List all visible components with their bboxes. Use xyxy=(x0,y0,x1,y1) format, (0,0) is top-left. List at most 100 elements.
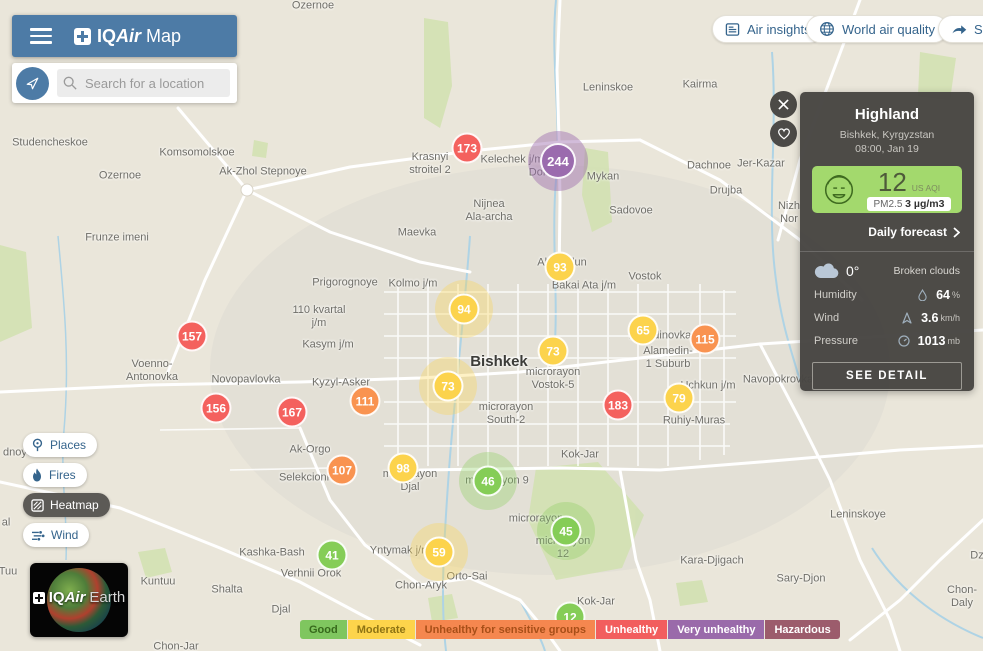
legend-item: Very unhealthy xyxy=(668,620,764,639)
flame-icon xyxy=(31,468,43,482)
earth-brand-suffix: Earth xyxy=(89,589,125,606)
layer-heatmap-label: Heatmap xyxy=(50,498,99,512)
earth-brand-accent: Air xyxy=(65,589,86,606)
aqi-marker[interactable]: 79 xyxy=(664,383,695,414)
wind-icon xyxy=(31,529,45,541)
layer-toggle-wind[interactable]: Wind xyxy=(23,523,89,547)
station-location: Bishkek, Kyrgyzstan xyxy=(800,128,974,142)
world-air-quality-button[interactable]: World air quality xyxy=(806,15,948,43)
favorite-button[interactable] xyxy=(770,120,797,147)
see-detail-button[interactable]: SEE DETAIL xyxy=(812,362,962,390)
aqi-unit: US AQI xyxy=(912,183,940,193)
brand-prefix: IQ xyxy=(97,26,116,47)
aqi-marker[interactable]: 98 xyxy=(388,453,419,484)
aqi-marker[interactable]: 156 xyxy=(201,393,232,424)
menu-icon[interactable] xyxy=(30,24,52,48)
wind-direction-icon xyxy=(901,312,913,324)
wind-row: Wind 3.6 km/h xyxy=(814,311,960,325)
droplet-icon xyxy=(918,289,927,301)
aqi-marker[interactable]: 111 xyxy=(350,386,381,417)
panel-divider xyxy=(800,251,974,252)
earth-brand: IQAir Earth xyxy=(30,589,128,606)
wind-label: Wind xyxy=(814,312,899,324)
aqi-marker[interactable]: 107 xyxy=(327,455,358,486)
brand-suffix: Map xyxy=(146,26,181,47)
heart-icon xyxy=(777,127,791,140)
aqi-legend: GoodModerateUnhealthy for sensitive grou… xyxy=(300,620,840,639)
aqi-marker[interactable]: 45 xyxy=(551,516,582,547)
legend-item: Unhealthy xyxy=(596,620,667,639)
gauge-icon xyxy=(898,335,910,347)
iqair-logo-icon xyxy=(74,28,91,45)
daily-forecast-link[interactable]: Daily forecast xyxy=(814,225,960,239)
brand-accent: Air xyxy=(116,26,141,47)
share-button[interactable]: Share xyxy=(938,15,983,43)
legend-item: Unhealthy for sensitive groups xyxy=(416,620,595,639)
search-icon xyxy=(63,76,77,90)
pm25-label: PM2.5 xyxy=(873,199,902,210)
wind-unit: km/h xyxy=(940,313,960,323)
world-air-quality-label: World air quality xyxy=(842,22,935,37)
air-insights-label: Air insights xyxy=(747,22,811,37)
pressure-unit: mb xyxy=(947,336,960,346)
aqi-marker[interactable]: 244 xyxy=(540,143,576,179)
station-timestamp: 08:00, Jan 19 xyxy=(800,142,974,156)
temperature: 0° xyxy=(846,263,893,279)
humidity-row: Humidity 64 % xyxy=(814,288,960,302)
station-name: Highland xyxy=(800,106,974,123)
aqi-marker[interactable]: 93 xyxy=(545,252,576,283)
locate-button[interactable] xyxy=(16,67,49,100)
aqi-marker[interactable]: 46 xyxy=(473,466,504,497)
layer-places-label: Places xyxy=(50,438,86,452)
aqi-marker[interactable]: 167 xyxy=(277,397,308,428)
pressure-value: 1013 xyxy=(918,334,946,348)
aqi-marker[interactable]: 183 xyxy=(603,390,634,421)
app-header: IQAir Map xyxy=(12,15,237,57)
humidity-unit: % xyxy=(952,290,960,300)
close-icon xyxy=(778,99,789,110)
humidity-value: 64 xyxy=(936,288,950,302)
wind-value: 3.6 xyxy=(921,311,938,325)
panel-close-button[interactable] xyxy=(770,91,797,118)
aqi-value: 12 xyxy=(878,169,907,195)
station-panel: Highland Bishkek, Kyrgyzstan 08:00, Jan … xyxy=(800,92,974,391)
search-box xyxy=(57,69,230,97)
layer-toggle-fires[interactable]: Fires xyxy=(23,463,87,487)
iqair-logo-icon xyxy=(33,592,45,604)
legend-item: Moderate xyxy=(348,620,415,639)
pressure-label: Pressure xyxy=(814,335,896,347)
layer-toggle-places[interactable]: Places xyxy=(23,433,97,457)
layer-wind-label: Wind xyxy=(51,528,78,542)
pm25-value: 3 µg/m3 xyxy=(905,198,944,210)
chevron-right-icon xyxy=(953,227,960,238)
aqi-marker[interactable]: 65 xyxy=(628,315,659,346)
iqair-map-logo[interactable]: IQAir Map xyxy=(74,26,181,47)
aqi-marker[interactable]: 41 xyxy=(317,540,348,571)
send-icon xyxy=(25,76,40,91)
aqi-marker[interactable]: 115 xyxy=(690,324,721,355)
layer-fires-label: Fires xyxy=(49,468,76,482)
earth-brand-prefix: IQ xyxy=(49,589,65,606)
iqair-map-app: OzernoeStudencheskoeKomsomolskoeOzernoeA… xyxy=(0,0,983,651)
aqi-marker[interactable]: 59 xyxy=(424,537,455,568)
aqi-marker[interactable]: 173 xyxy=(452,133,483,164)
map-pin-icon xyxy=(31,438,44,452)
aqi-marker[interactable]: 94 xyxy=(449,294,480,325)
aqi-marker[interactable]: 73 xyxy=(433,371,464,402)
aqi-marker[interactable]: 157 xyxy=(177,321,208,352)
globe-icon xyxy=(819,21,835,37)
aqi-card: 12 US AQI PM2.5 3 µg/m3 xyxy=(812,166,962,213)
layer-toggle-heatmap[interactable]: Heatmap xyxy=(23,493,110,517)
daily-forecast-label: Daily forecast xyxy=(868,225,947,239)
good-face-icon xyxy=(820,171,858,209)
share-label: Share xyxy=(974,22,983,37)
news-icon xyxy=(725,22,740,37)
humidity-label: Humidity xyxy=(814,289,914,301)
search-input[interactable] xyxy=(83,75,224,92)
legend-item: Hazardous xyxy=(765,620,839,639)
share-icon xyxy=(951,22,967,36)
aqi-marker[interactable]: 73 xyxy=(538,336,569,367)
search-card xyxy=(12,63,237,103)
pm25-badge: PM2.5 3 µg/m3 xyxy=(867,197,950,211)
iqair-earth-widget[interactable]: IQAir Earth xyxy=(30,563,128,637)
